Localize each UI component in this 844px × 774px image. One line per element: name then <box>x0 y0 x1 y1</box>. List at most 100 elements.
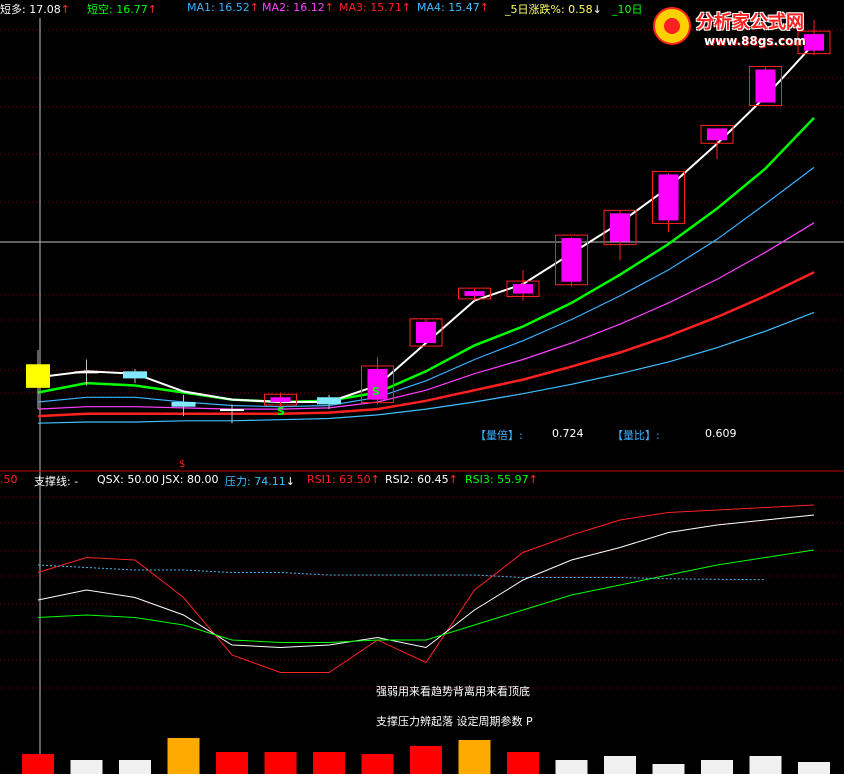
rsi-line <box>37 549 815 643</box>
candle <box>74 359 99 386</box>
header-item-label: MA2: <box>262 1 294 14</box>
lower-header-item-value: 55.97 <box>497 473 529 486</box>
header-item-arrow: ↓ <box>592 3 602 16</box>
header-item: 短多: 17.08↑ <box>0 1 70 17</box>
header-item: _10日 <box>612 1 643 17</box>
header-item-label: 短多: <box>0 3 30 16</box>
caption-line1: 强弱用来看趋势背离用来看顶底 <box>376 685 530 698</box>
candle-body <box>171 401 196 407</box>
lower-header-item-label: 压力: <box>225 475 255 488</box>
header-item-value: 16.12 <box>293 1 325 14</box>
header-item-value: 17.08 <box>29 3 61 16</box>
candle-body <box>658 174 679 221</box>
lower-header-item-label: RSI2: <box>385 473 418 486</box>
rsi-lines <box>37 504 815 673</box>
signal-s-2: S <box>372 385 380 398</box>
lower-header-item-value: - <box>74 475 79 488</box>
header-item: MA4: 15.47↑ <box>417 1 489 14</box>
candle <box>603 209 637 261</box>
lower-header-item-label: 支撑线: <box>34 475 75 488</box>
logo-emblem-icon <box>653 7 691 45</box>
liangbei-label: 【量倍】: <box>475 429 523 442</box>
header-item-value: 15.71 <box>370 1 402 14</box>
candle-body <box>123 371 147 379</box>
volume-bar <box>798 762 830 774</box>
header-item-label: MA3: <box>339 1 371 14</box>
volume-bar <box>361 754 394 774</box>
lower-header-item: 压力: 74.11↓ <box>225 473 295 489</box>
volume-bar <box>216 752 248 774</box>
candle-body <box>74 371 99 374</box>
lower-header-item: RSI1: 63.50↑ <box>307 473 380 486</box>
liangbi-label: 【量比】: <box>612 429 660 442</box>
lower-header-item: RSI3: 55.97↑ <box>465 473 538 486</box>
candle-body <box>270 397 291 402</box>
lower-header-item-arrow: ↑ <box>370 473 380 486</box>
lower-header-item-value: 50.00 <box>127 473 159 486</box>
volume-bar <box>604 756 636 774</box>
signal-marker: $ <box>179 459 186 470</box>
lower-header-item: 支撑线: - <box>34 473 78 489</box>
header-item-arrow: ↑ <box>147 3 157 16</box>
lower-header-item-value: .50 <box>0 473 18 486</box>
site-logo: 分析家公式网 www.88gs.com <box>652 4 838 52</box>
header-item: 短空: 16.77↑ <box>87 1 157 17</box>
candle <box>26 350 50 410</box>
lower-header-item-arrow: ↑ <box>448 473 458 486</box>
lower-header-item: .50 <box>0 473 18 486</box>
header-item-value: 16.77 <box>116 3 148 16</box>
candle-body <box>416 321 436 344</box>
candle <box>506 269 540 301</box>
lower-header-item-value: 80.00 <box>186 473 219 486</box>
volume-bar <box>22 754 54 774</box>
volume-bar <box>70 760 103 774</box>
lower-header-item: QSX: 50.00 <box>97 473 159 486</box>
candle <box>652 170 685 233</box>
liangbi-value: 0.609 <box>705 427 737 440</box>
lower-header-item-value: 63.50 <box>339 473 371 486</box>
header-item: _5日涨跌%: 0.58↓ <box>505 1 602 17</box>
header-item-arrow: ↑ <box>401 1 411 14</box>
candle-body <box>513 284 533 294</box>
volume-bar <box>458 740 491 774</box>
volume-bar <box>701 760 733 774</box>
volume-bar <box>555 760 588 774</box>
header-item-arrow: ↑ <box>60 3 70 16</box>
candle <box>123 368 147 384</box>
ma-lines <box>37 42 815 424</box>
lower-header-item-label: QSX: <box>97 473 128 486</box>
volume-bars <box>22 738 830 774</box>
header-item-arrow: ↑ <box>479 1 489 14</box>
candle-body <box>707 128 727 141</box>
header-item-label: MA1: <box>187 1 219 14</box>
volume-bar <box>410 746 442 774</box>
volume-bar <box>264 752 297 774</box>
header-item-label: _10日 <box>612 3 643 16</box>
header-item-label: MA4: <box>417 1 449 14</box>
header-item-value: 0.58 <box>568 3 593 16</box>
candle <box>458 287 491 301</box>
lower-header-item-arrow: ↓ <box>285 475 295 488</box>
lower-header-item-label: JSX: <box>162 473 187 486</box>
header-item-value: 15.47 <box>448 1 480 14</box>
header-item-label: 短空: <box>87 3 117 16</box>
lower-header-item-value: 74.11 <box>254 475 286 488</box>
lower-header-item: JSX: 80.00 <box>162 473 218 486</box>
lower-header-item-label: RSI3: <box>465 473 498 486</box>
logo-name: 分析家公式网 <box>696 12 804 33</box>
candles <box>26 20 831 424</box>
header-item-arrow: ↑ <box>249 1 259 14</box>
logo-url: www.88gs.com <box>704 34 806 48</box>
volume-bar <box>507 752 539 774</box>
header-item-label: _5日涨跌%: <box>505 3 569 16</box>
header-item: MA2: 16.12↑ <box>262 1 334 14</box>
chart-canvas <box>0 18 844 774</box>
volume-bar <box>749 756 782 774</box>
volume-bar <box>652 764 685 774</box>
candle-body <box>610 213 630 242</box>
candle-body <box>561 238 582 282</box>
rsi-line <box>37 514 815 649</box>
candle-body <box>220 409 244 412</box>
candle-body <box>755 69 776 103</box>
header-item-arrow: ↑ <box>324 1 334 14</box>
